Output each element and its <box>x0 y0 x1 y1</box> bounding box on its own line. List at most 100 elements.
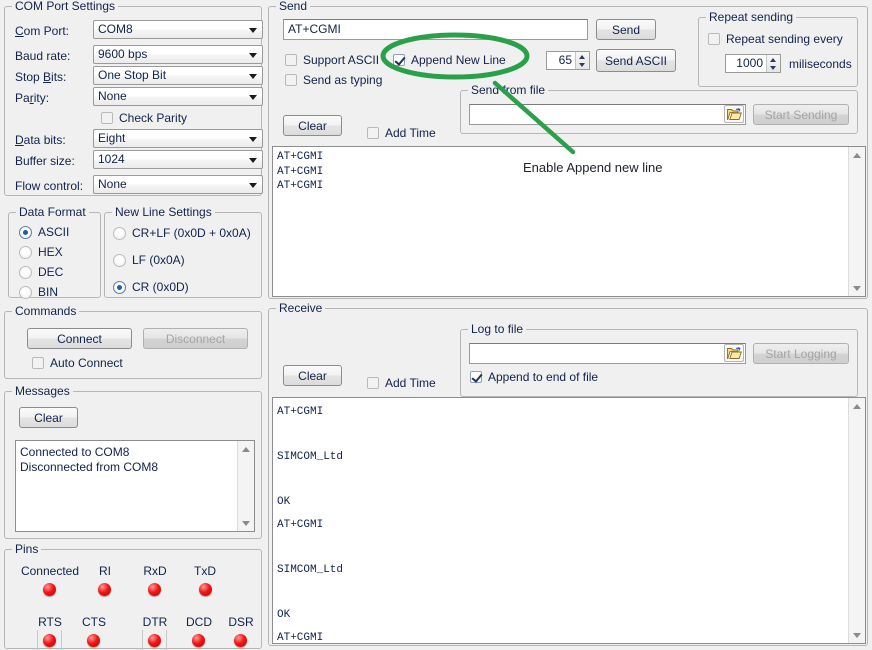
led-dsr <box>234 634 247 647</box>
stop-bits-label: Stop Bits: <box>15 70 66 84</box>
start-logging-label: Start Logging <box>765 347 836 361</box>
pins-title: Pins <box>12 542 41 556</box>
messages-clear-button[interactable]: Clear <box>19 407 78 428</box>
repeat-units-label: miliseconds <box>789 57 852 71</box>
disconnect-button[interactable]: Disconnect <box>143 328 248 349</box>
com-port-settings-group: COM Port Settings Com Port: COM8 Baud ra… <box>4 6 262 196</box>
checkbox-box <box>367 377 379 389</box>
repeat-sending-every-checkbox[interactable]: Repeat sending every <box>708 32 843 46</box>
repeat-sending-title: Repeat sending <box>706 10 796 24</box>
auto-connect-checkbox[interactable]: Auto Connect <box>32 356 123 370</box>
radio-label: LF (0x0A) <box>132 253 185 267</box>
radio-data-format-ascii[interactable]: ASCII <box>19 225 69 239</box>
scroll-down-icon[interactable] <box>238 515 254 531</box>
spinner-down-icon[interactable] <box>576 61 589 70</box>
parity-value: None <box>98 89 127 103</box>
stop-bits-select[interactable]: One Stop Bit <box>93 66 263 85</box>
chevron-down-icon <box>249 158 257 163</box>
repeat-interval-spinner[interactable]: 1000 <box>725 54 781 73</box>
pin-label-txd: TxD <box>186 564 224 578</box>
flow-control-select[interactable]: None <box>93 175 263 194</box>
radio-dot <box>19 226 32 239</box>
chevron-down-icon <box>249 137 257 142</box>
append-new-line-checkbox[interactable]: Append New Line <box>393 53 506 67</box>
receive-clear-label: Clear <box>298 369 327 383</box>
send-log-scrollbar[interactable] <box>848 147 865 296</box>
data-bits-select[interactable]: Eight <box>93 129 263 148</box>
led-cts <box>87 634 100 647</box>
stop-bits-value: One Stop Bit <box>98 68 166 82</box>
radio-dot <box>19 246 32 259</box>
radio-label: ASCII <box>38 225 69 239</box>
radio-newline-crlf[interactable]: CR+LF (0x0D + 0x0A) <box>113 226 251 240</box>
send-clear-button[interactable]: Clear <box>283 115 342 136</box>
scroll-down-icon[interactable] <box>849 627 865 643</box>
scroll-up-icon[interactable] <box>849 398 865 414</box>
connect-button[interactable]: Connect <box>27 328 132 349</box>
messages-log[interactable]: Connected to COM8 Disconnected from COM8 <box>15 440 255 532</box>
start-logging-button[interactable]: Start Logging <box>753 343 849 364</box>
messages-scrollbar[interactable] <box>237 441 254 531</box>
parity-select[interactable]: None <box>93 87 263 106</box>
com-port-select[interactable]: COM8 <box>93 20 263 39</box>
pin-label-connected: Connected <box>14 564 86 578</box>
baud-rate-select[interactable]: 9600 bps <box>93 45 263 64</box>
pins-group: Pins Connected RI RxD TxD RTS CTS DTR DC… <box>4 549 262 649</box>
disconnect-label: Disconnect <box>166 332 225 346</box>
data-bits-label: Data bits: <box>15 133 66 147</box>
send-from-file-path-input[interactable] <box>469 104 746 125</box>
checkbox-box <box>708 33 720 45</box>
com-port-settings-title: COM Port Settings <box>12 0 118 13</box>
append-to-end-of-file-checkbox[interactable]: Append to end of file <box>470 370 598 384</box>
repeat-sending-group: Repeat sending Repeat sending every 1000… <box>698 17 858 87</box>
send-as-typing-checkbox[interactable]: Send as typing <box>285 73 382 87</box>
repeat-sending-every-label: Repeat sending every <box>726 32 843 46</box>
data-format-title: Data Format <box>16 205 89 219</box>
pin-cell-dtr <box>142 630 167 650</box>
radio-newline-cr[interactable]: CR (0x0D) <box>113 280 189 294</box>
checkbox-box <box>285 74 297 86</box>
check-parity-checkbox[interactable]: Check Parity <box>101 111 187 125</box>
pin-label-dsr: DSR <box>219 615 263 629</box>
send-command-input[interactable]: AT+CGMI <box>283 19 588 40</box>
pin-cell-rts <box>37 630 62 650</box>
spinner-down-icon[interactable] <box>767 64 780 73</box>
log-to-file-browse-button[interactable] <box>724 344 744 362</box>
send-as-typing-label: Send as typing <box>303 73 382 87</box>
scroll-up-icon[interactable] <box>849 147 865 163</box>
send-ascii-button[interactable]: Send ASCII <box>596 49 676 72</box>
buffer-size-select[interactable]: 1024 <box>93 150 263 169</box>
radio-dot <box>19 286 32 299</box>
led-txd <box>199 583 212 596</box>
spinner-arrows[interactable] <box>575 52 589 69</box>
new-line-settings-group: New Line Settings CR+LF (0x0D + 0x0A) LF… <box>104 212 262 298</box>
commands-group: Commands Connect Disconnect Auto Connect <box>4 311 262 379</box>
receive-log-scrollbar[interactable] <box>848 398 865 643</box>
radio-newline-lf[interactable]: LF (0x0A) <box>113 253 185 267</box>
spinner-arrows[interactable] <box>766 55 780 72</box>
radio-data-format-hex[interactable]: HEX <box>19 245 63 259</box>
spinner-up-icon[interactable] <box>576 52 589 61</box>
spinner-up-icon[interactable] <box>767 55 780 64</box>
scroll-down-icon[interactable] <box>849 280 865 296</box>
send-from-file-title: Send from file <box>468 83 548 97</box>
support-ascii-checkbox[interactable]: Support ASCII <box>285 53 379 67</box>
log-to-file-path-input[interactable] <box>469 343 746 364</box>
chevron-down-icon <box>249 53 257 58</box>
flow-control-value: None <box>98 177 127 191</box>
send-add-time-checkbox[interactable]: Add Time <box>367 126 436 140</box>
receive-add-time-checkbox[interactable]: Add Time <box>367 376 436 390</box>
send-from-file-browse-button[interactable] <box>724 105 744 123</box>
receive-log[interactable]: AT+CGMI SIMCOM_Ltd OK AT+CGMI SIMCOM_Ltd… <box>272 397 866 644</box>
ascii-code-spinner[interactable]: 65 <box>546 51 590 70</box>
checkbox-box <box>367 127 379 139</box>
radio-data-format-dec[interactable]: DEC <box>19 265 63 279</box>
receive-clear-button[interactable]: Clear <box>283 365 342 386</box>
send-button[interactable]: Send <box>596 19 656 40</box>
receive-group: Receive Clear Add Time Log to file <box>268 308 868 646</box>
scroll-up-icon[interactable] <box>238 441 254 457</box>
radio-data-format-bin[interactable]: BIN <box>19 285 58 299</box>
serial-terminal-window: COM Port Settings Com Port: COM8 Baud ra… <box>0 0 872 646</box>
pin-label-rts: RTS <box>28 615 72 629</box>
start-sending-button[interactable]: Start Sending <box>753 104 849 125</box>
